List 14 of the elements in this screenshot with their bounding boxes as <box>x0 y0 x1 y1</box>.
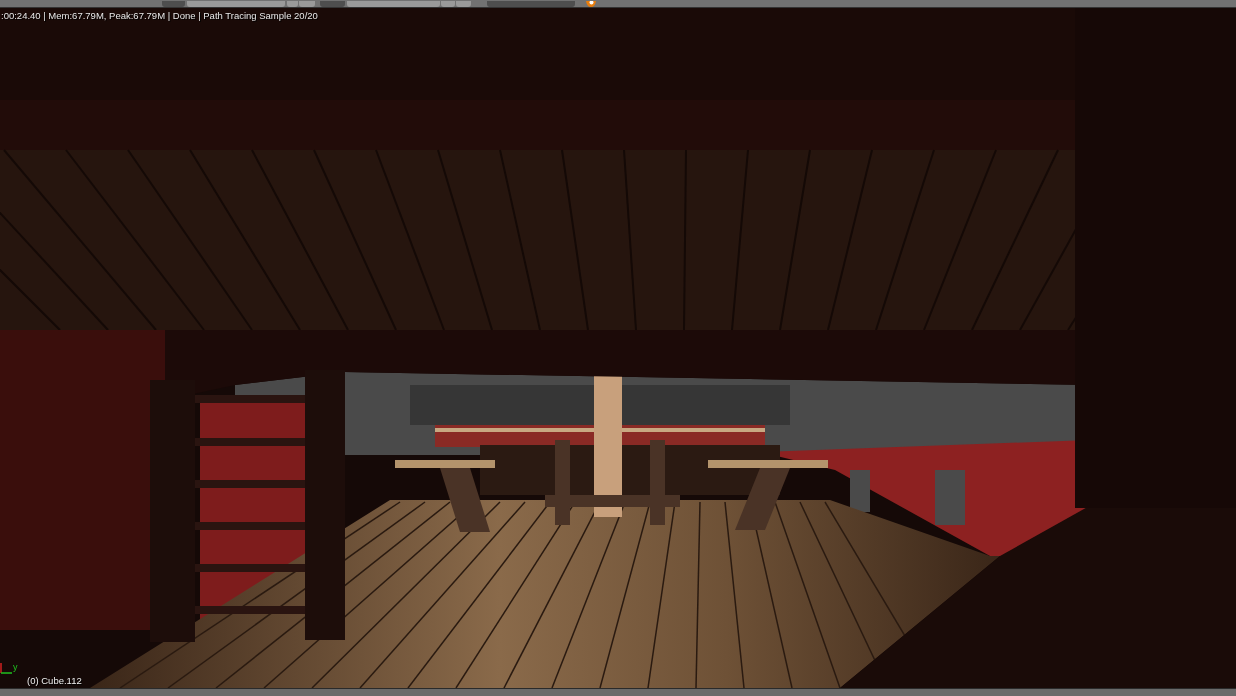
logo-icon <box>585 1 597 7</box>
axis-gizmo-icon <box>0 662 12 674</box>
axis-label: y <box>13 663 18 672</box>
object-name-label: (0) Cube.112 <box>27 675 82 686</box>
small-button[interactable] <box>287 1 298 7</box>
dropdown-field[interactable] <box>347 1 440 7</box>
render-status-text: :00:24.40 | Mem:67.79M, Peak:67.79M | Done | Path Tracing Sample 20/20 <box>1 10 318 21</box>
dropdown-field[interactable] <box>187 1 285 7</box>
small-button[interactable] <box>441 1 455 7</box>
icon-button[interactable] <box>320 1 345 7</box>
icon-button[interactable] <box>162 1 185 7</box>
small-button[interactable] <box>456 1 471 7</box>
dropdown-field[interactable] <box>487 1 575 7</box>
small-button[interactable] <box>299 1 315 7</box>
